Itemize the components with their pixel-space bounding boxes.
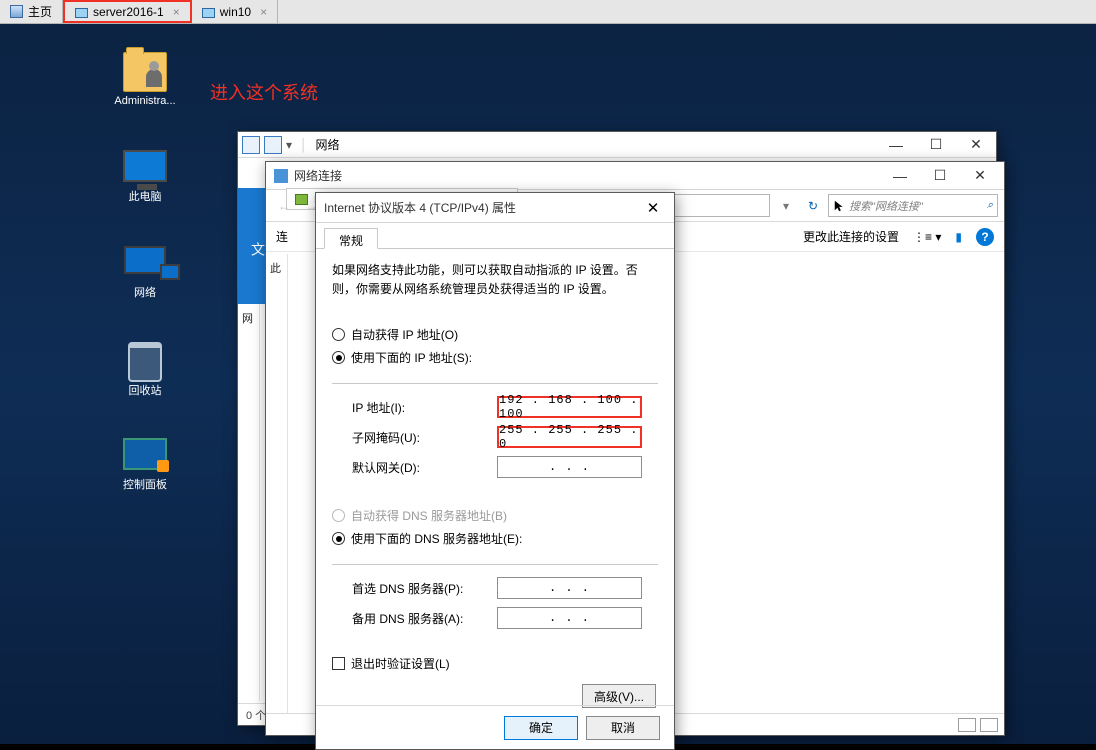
icon-label: 网络 [110, 284, 180, 300]
icon-label: 此电脑 [110, 188, 180, 204]
control-panel-icon [123, 438, 167, 470]
input-dns-alt[interactable]: . . . [497, 607, 642, 629]
radio-auto-dns: 自动获得 DNS 服务器地址(B) [332, 504, 658, 527]
qat-button[interactable] [242, 136, 260, 154]
input-gateway[interactable]: . . . [497, 456, 642, 478]
network-icon [124, 246, 166, 274]
cmd-change-settings[interactable]: 更改此连接的设置 [803, 228, 899, 245]
dialog-title: Internet 协议版本 4 (TCP/IPv4) 属性 [324, 199, 636, 216]
quick-access-toolbar: ▾ │ 网络 — ☐ ✕ [238, 132, 996, 158]
body-stub: 此 [266, 254, 288, 713]
dialog-footer: 确定 取消 [316, 705, 674, 749]
close-button[interactable]: ✕ [956, 133, 996, 157]
cursor-icon [833, 199, 847, 213]
user-folder-icon [123, 52, 167, 92]
close-button[interactable]: ✕ [960, 164, 1000, 188]
input-ip-address[interactable]: 192 . 168 . 100 . 100 [497, 396, 642, 418]
qat-button[interactable] [264, 136, 282, 154]
checkbox-validate[interactable] [332, 657, 345, 670]
dialog-ipv4-properties[interactable]: Internet 协议版本 4 (TCP/IPv4) 属性 ✕ 常规 如果网络支… [315, 192, 675, 750]
label-subnet: 子网掩码(U): [352, 429, 497, 446]
radio-label: 自动获得 DNS 服务器地址(B) [351, 507, 507, 524]
desktop-icon-network[interactable]: 网络 [110, 246, 180, 300]
description-text: 如果网络支持此功能，则可以获取自动指派的 IP 设置。否则，你需要从网络系统管理… [332, 261, 658, 299]
checkbox-label: 退出时验证设置(L) [351, 655, 450, 672]
minimize-button[interactable]: — [876, 133, 916, 157]
window-controls: — ☐ ✕ [876, 133, 996, 157]
view-button[interactable] [980, 718, 998, 732]
radio-label: 使用下面的 IP 地址(S): [351, 349, 472, 366]
input-dns-primary[interactable]: . . . [497, 577, 642, 599]
monitor-icon [123, 150, 167, 182]
minimize-button[interactable]: — [880, 164, 920, 188]
label-dns1: 首选 DNS 服务器(P): [352, 580, 497, 597]
annotation-enter-system: 进入这个系统 [210, 79, 318, 105]
window-icon [274, 169, 288, 183]
window-controls: — ☐ ✕ [880, 164, 1000, 188]
radio-icon [332, 328, 345, 341]
history-chevron-icon[interactable]: ▾ [774, 194, 798, 218]
cancel-button[interactable]: 取消 [586, 716, 660, 740]
label-dns2: 备用 DNS 服务器(A): [352, 610, 497, 627]
search-icon: ⌕ [987, 199, 993, 212]
desktop-icon-administrator[interactable]: Administra... [110, 52, 180, 107]
radio-use-ip[interactable]: 使用下面的 IP 地址(S): [332, 346, 658, 369]
refresh-button[interactable]: ↻ [802, 195, 824, 217]
tab-win10[interactable]: win10 × [192, 0, 278, 23]
radio-auto-ip[interactable]: 自动获得 IP 地址(O) [332, 323, 658, 346]
view-dropdown[interactable]: ⋮≡ ▾ [913, 230, 941, 244]
tab-strip: 常规 [316, 223, 674, 249]
label-gateway: 默认网关(D): [352, 459, 497, 476]
tab-server2016[interactable]: server2016-1 × [63, 0, 192, 23]
monitor-icon [75, 8, 88, 18]
view-button[interactable] [958, 718, 976, 732]
label-ip: IP 地址(I): [352, 399, 497, 416]
maximize-button[interactable]: ☐ [920, 164, 960, 188]
close-icon[interactable]: × [260, 5, 267, 19]
tab-win10-label: win10 [220, 5, 251, 19]
tab-home[interactable]: 主页 [0, 0, 63, 23]
radio-label: 使用下面的 DNS 服务器地址(E): [351, 530, 522, 547]
tab-home-label: 主页 [28, 3, 52, 20]
monitor-icon [202, 8, 215, 18]
radio-label: 自动获得 IP 地址(O) [351, 326, 458, 343]
cmd-stub: 连 [276, 228, 288, 245]
ok-button[interactable]: 确定 [504, 716, 578, 740]
window-title: 网络连接 [294, 167, 880, 184]
radio-icon [332, 509, 345, 522]
input-subnet-mask[interactable]: 255 . 255 . 255 . 0 [497, 426, 642, 448]
tab-general[interactable]: 常规 [324, 228, 378, 249]
vm-tab-bar: 主页 server2016-1 × win10 × [0, 0, 1096, 24]
dialog-body: 如果网络支持此功能，则可以获取自动指派的 IP 设置。否则，你需要从网络系统管理… [316, 249, 674, 724]
home-icon [10, 5, 23, 18]
radio-icon [332, 532, 345, 545]
desktop[interactable]: Administra... 此电脑 网络 回收站 控制面板 进入这个系统 设置I… [0, 24, 1096, 744]
close-icon[interactable]: × [173, 5, 180, 19]
radio-use-dns[interactable]: 使用下面的 DNS 服务器地址(E): [332, 527, 658, 550]
icon-label: Administra... [110, 95, 180, 107]
nav-pane-stub: 网 [238, 304, 260, 701]
radio-icon [332, 351, 345, 364]
search-input[interactable]: 搜索"网络连接" ⌕ [828, 194, 998, 217]
desktop-icon-controlpanel[interactable]: 控制面板 [110, 438, 180, 492]
icon-label: 控制面板 [110, 476, 180, 492]
title-bar[interactable]: Internet 协议版本 4 (TCP/IPv4) 属性 ✕ [316, 193, 674, 223]
title-bar: 网络连接 — ☐ ✕ [266, 162, 1004, 190]
ribbon-file-tab[interactable]: 文 [238, 188, 268, 304]
window-title: 网络 [316, 136, 340, 153]
help-button[interactable]: ? [976, 228, 994, 246]
close-button[interactable]: ✕ [636, 197, 670, 219]
maximize-button[interactable]: ☐ [916, 133, 956, 157]
desktop-icon-thispc[interactable]: 此电脑 [110, 150, 180, 204]
preview-pane-button[interactable]: ▮ [955, 230, 962, 244]
search-placeholder: 搜索"网络连接" [849, 198, 923, 214]
tab-server-label: server2016-1 [93, 5, 164, 19]
desktop-icon-recycle[interactable]: 回收站 [110, 342, 180, 398]
icon-label: 回收站 [110, 382, 180, 398]
recycle-bin-icon [128, 342, 162, 382]
back-button[interactable]: ← [272, 194, 296, 218]
